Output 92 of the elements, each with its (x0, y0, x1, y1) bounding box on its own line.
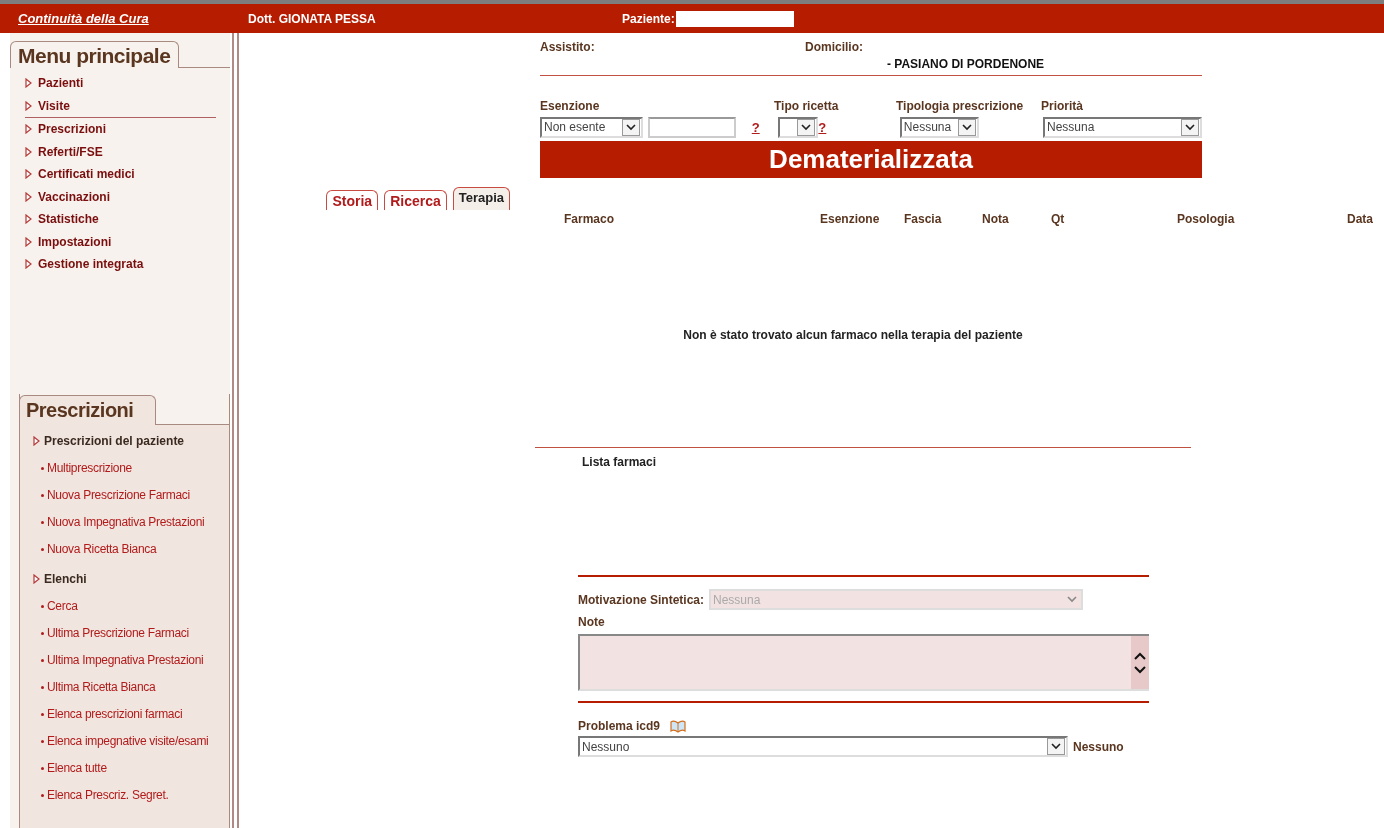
app-logo[interactable]: Continuità della Cura (18, 11, 248, 26)
chevron-up-icon[interactable] (1134, 651, 1146, 660)
field-label: Domicilio: (805, 40, 863, 56)
bullet-icon (41, 547, 44, 551)
menu-link[interactable]: Nuova Ricetta Bianca (47, 542, 157, 556)
menu-item[interactable]: Certificati medici (38, 167, 135, 182)
select-field[interactable] (777, 116, 819, 138)
menu-item[interactable]: Prescrizioni (38, 122, 107, 137)
banner: Dematerializzata (540, 141, 1202, 178)
triangle-icon (25, 169, 32, 180)
help-link[interactable]: ? (818, 119, 827, 135)
field-label: Tipologia prescrizione (896, 99, 1025, 113)
column-header: Qt (1051, 212, 1065, 226)
section-label: Lista farmaci (582, 455, 657, 469)
input-field[interactable] (648, 116, 736, 138)
bullet-icon (41, 604, 44, 608)
field-label: Problema icd9 (578, 719, 661, 733)
triangle-icon (25, 259, 32, 270)
bullet-icon (41, 685, 44, 689)
menu-link[interactable]: Ultima Prescrizione Farmaci (47, 626, 189, 640)
menu-link[interactable]: Nuova Impegnativa Prestazioni (47, 515, 205, 529)
menu-link[interactable]: Elenca Prescriz. Segret. (47, 788, 169, 802)
panel-title: Menu principale (10, 41, 180, 68)
bullet-icon (41, 493, 44, 497)
triangle-icon (33, 436, 40, 446)
select-field[interactable]: Nessuna (899, 116, 980, 138)
column-header: Posologia (1177, 212, 1235, 226)
scrollbar[interactable] (1131, 636, 1149, 689)
chevron-down-icon[interactable] (1134, 665, 1146, 674)
menu-item[interactable]: Impostazioni (38, 234, 112, 249)
menu-link[interactable]: Elenca tutte (47, 761, 107, 775)
selected-value: Nessuno (1073, 739, 1124, 754)
tab[interactable]: Ricerca (384, 190, 447, 210)
menu-item[interactable]: Referti/FSE (38, 144, 103, 159)
bullet-icon (41, 766, 44, 770)
triangle-icon (25, 100, 32, 111)
menu-item[interactable]: Pazienti (38, 76, 84, 91)
patient-label: Paziente: (622, 11, 675, 26)
section-heading[interactable]: Prescrizioni del paziente (44, 434, 185, 448)
menu-link[interactable]: Ultima Ricetta Bianca (47, 680, 156, 694)
help-link[interactable]: ? (751, 119, 760, 135)
field-label: Assistito: (540, 40, 596, 56)
field-label: Note (578, 615, 606, 629)
triangle-icon (25, 78, 32, 89)
column-header: Data (1347, 212, 1373, 226)
bullet-icon (41, 658, 44, 662)
column-header: Farmaco (564, 212, 615, 226)
field-label: Esenzione (540, 99, 601, 113)
field-label: Tipo ricetta (774, 100, 840, 113)
tab[interactable]: Storia (326, 190, 379, 210)
section-heading[interactable]: Elenchi (44, 572, 87, 586)
menu-link[interactable]: Elenca impegnative visite/esami (47, 734, 209, 748)
tab[interactable]: Terapia (452, 187, 510, 210)
panel-title: Prescrizioni (19, 394, 157, 425)
address-text: - PASIANO DI PORDENONE (887, 57, 1045, 71)
column-header: Esenzione (820, 212, 880, 226)
menu-link[interactable]: Nuova Prescrizione Farmaci (47, 488, 190, 502)
select-field[interactable]: Nessuna (1042, 116, 1202, 138)
menu-item[interactable]: Vaccinazioni (38, 189, 111, 204)
menu-item[interactable]: Visite (38, 98, 70, 113)
select-field[interactable]: Nessuno (578, 736, 1068, 757)
select-field[interactable]: Non esente (540, 116, 644, 138)
triangle-icon (25, 191, 32, 202)
triangle-icon (33, 574, 40, 584)
triangle-icon (25, 146, 32, 157)
bullet-icon (41, 631, 44, 635)
triangle-icon (25, 214, 32, 225)
field-label: Priorità (1041, 99, 1083, 113)
column-header: Fascia (904, 212, 942, 226)
field-label: Motivazione Sintetica: (578, 592, 705, 607)
doctor-name: Dott. GIONATA PESSA (248, 11, 377, 26)
bullet-icon (41, 520, 44, 524)
menu-link[interactable]: Multiprescrizione (47, 461, 132, 475)
triangle-icon (25, 236, 32, 247)
bullet-icon (41, 793, 44, 797)
menu-link[interactable]: Ultima Impegnativa Prestazioni (47, 653, 204, 667)
bullet-icon (41, 712, 44, 716)
chevron-down-icon (1047, 738, 1065, 755)
bullet-icon (41, 466, 44, 470)
bullet-icon (41, 739, 44, 743)
menu-link[interactable]: Cerca (47, 599, 78, 613)
triangle-icon (25, 124, 32, 135)
chevron-down-icon (958, 118, 977, 136)
column-header: Nota (982, 212, 1009, 226)
chevron-down-icon (622, 118, 641, 136)
chevron-down-icon (1181, 118, 1199, 136)
chevron-down-icon (797, 118, 816, 136)
menu-link[interactable]: Elenca prescrizioni farmaci (47, 707, 183, 721)
menu-item[interactable]: Statistiche (38, 212, 99, 227)
empty-message: Non è stato trovato alcun farmaco nella terapia del paziente (683, 328, 1023, 342)
book-icon[interactable] (670, 719, 687, 733)
menu-item[interactable]: Gestione integrata (38, 257, 144, 272)
